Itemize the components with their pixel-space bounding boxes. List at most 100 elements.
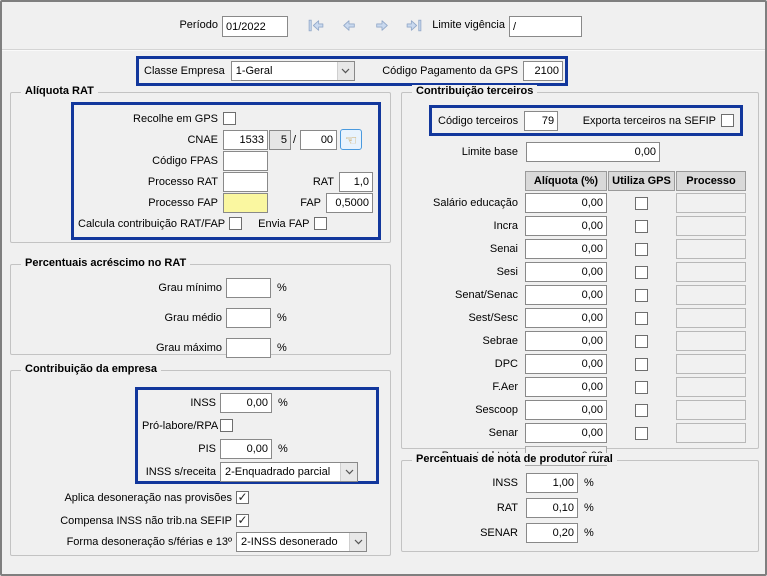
codigo-terceiros-input[interactable]	[524, 111, 558, 131]
terceiros-row-label: Senar	[403, 427, 522, 439]
calcula-rat-fap-label: Calcula contribuição RAT/FAP	[78, 218, 225, 230]
processo-input[interactable]	[676, 239, 746, 259]
utiliza-gps-checkbox[interactable]	[635, 404, 648, 417]
utiliza-gps-checkbox[interactable]	[635, 289, 648, 302]
percent-sign: %	[584, 477, 594, 489]
cnae-input-1[interactable]	[223, 130, 268, 150]
aliquota-input[interactable]	[525, 262, 607, 282]
fap-input[interactable]	[326, 193, 373, 213]
grau-input[interactable]	[226, 278, 271, 298]
terceiros-table-row: Incra	[403, 216, 746, 236]
grau-label: Grau médio	[12, 312, 226, 324]
terceiros-table-row: F.Aer	[403, 377, 746, 397]
utiliza-gps-checkbox[interactable]	[635, 266, 648, 279]
cnae-input-3[interactable]	[300, 130, 337, 150]
topbar-separator	[2, 49, 765, 51]
produtor-rural-row: RAT %	[403, 497, 758, 518]
aliquota-input[interactable]	[525, 354, 607, 374]
contribuicao-terceiros-groupbox: Contribuição terceiros Código terceiros …	[401, 92, 759, 449]
recolhe-gps-checkbox[interactable]	[223, 112, 236, 125]
aliquota-input[interactable]	[525, 308, 607, 328]
terceiros-row-label: Incra	[403, 220, 522, 232]
rural-row-input[interactable]	[526, 523, 578, 543]
previous-record-icon	[340, 17, 358, 34]
processo-input[interactable]	[676, 331, 746, 351]
processo-input[interactable]	[676, 308, 746, 328]
processo-input[interactable]	[676, 400, 746, 420]
limite-base-input[interactable]	[526, 142, 660, 162]
utiliza-gps-checkbox[interactable]	[635, 197, 648, 210]
calcula-rat-fap-checkbox[interactable]	[229, 217, 242, 230]
inss-input[interactable]	[220, 393, 272, 413]
utiliza-gps-checkbox[interactable]	[635, 220, 648, 233]
first-record-icon	[307, 17, 325, 34]
last-record-icon	[405, 17, 423, 34]
processo-input[interactable]	[676, 354, 746, 374]
aliquota-input[interactable]	[525, 400, 607, 420]
next-record-button[interactable]	[373, 17, 391, 37]
processo-input[interactable]	[676, 377, 746, 397]
terceiros-table-row: Senai	[403, 239, 746, 259]
processo-input[interactable]	[676, 193, 746, 213]
utiliza-gps-checkbox[interactable]	[635, 312, 648, 325]
aliquota-input[interactable]	[525, 193, 607, 213]
grau-input[interactable]	[226, 338, 271, 358]
utiliza-gps-checkbox[interactable]	[635, 358, 648, 371]
produtor-rural-row: INSS %	[403, 472, 758, 493]
percentuais-rat-groupbox: Percentuais acréscimo no RAT Grau mínimo…	[10, 264, 391, 355]
processo-input[interactable]	[676, 216, 746, 236]
aliquota-input[interactable]	[525, 285, 607, 305]
exporta-terceiros-label: Exporta terceiros na SEFIP	[583, 115, 716, 127]
grau-label: Grau máximo	[12, 342, 226, 354]
inss-receita-select[interactable]: 2-Enquadrado parcial	[220, 462, 358, 482]
chevron-down-icon[interactable]	[349, 533, 366, 551]
hand-pointer-icon[interactable]: ☜	[340, 129, 362, 150]
utiliza-gps-checkbox[interactable]	[635, 427, 648, 440]
periodo-input[interactable]	[222, 16, 288, 37]
empresa-highlight-box: INSS % Pró-labore/RPA PIS % INSS s/recei…	[135, 387, 379, 484]
aliquota-input[interactable]	[525, 239, 607, 259]
rat-input[interactable]	[339, 172, 373, 192]
processo-input[interactable]	[676, 262, 746, 282]
processo-input[interactable]	[676, 285, 746, 305]
processo-fap-input[interactable]	[223, 193, 268, 213]
classe-empresa-select[interactable]: 1-Geral	[231, 61, 355, 81]
aplica-desoneracao-checkbox[interactable]: ✓	[236, 491, 249, 504]
rural-row-input[interactable]	[526, 473, 578, 493]
chevron-down-icon[interactable]	[340, 463, 357, 481]
last-record-button[interactable]	[405, 17, 423, 37]
aliquota-input[interactable]	[525, 216, 607, 236]
envia-fap-checkbox[interactable]	[314, 217, 327, 230]
previous-record-button[interactable]	[340, 17, 358, 37]
exporta-terceiros-checkbox[interactable]	[721, 114, 734, 127]
utiliza-gps-checkbox[interactable]	[635, 381, 648, 394]
utiliza-gps-checkbox[interactable]	[635, 335, 648, 348]
pro-labore-label: Pró-labore/RPA	[142, 420, 220, 432]
terceiros-table-row: Senar	[403, 423, 746, 443]
limite-vigencia-input[interactable]	[509, 16, 582, 37]
first-record-button[interactable]	[307, 17, 325, 37]
rural-row-label: RAT	[403, 502, 522, 514]
pro-labore-checkbox[interactable]	[220, 419, 233, 432]
pis-input[interactable]	[220, 439, 272, 459]
aliquota-input[interactable]	[525, 423, 607, 443]
next-record-icon	[373, 17, 391, 34]
chevron-down-icon[interactable]	[337, 62, 354, 80]
forma-desoneracao-select[interactable]: 2-INSS desonerado	[236, 532, 367, 552]
codigo-fpas-label: Código FPAS	[74, 155, 223, 167]
grau-input[interactable]	[226, 308, 271, 328]
codigo-fpas-input[interactable]	[223, 151, 268, 171]
utiliza-gps-checkbox[interactable]	[635, 243, 648, 256]
aliquota-input[interactable]	[525, 331, 607, 351]
terceiros-row-label: F.Aer	[403, 381, 522, 393]
processo-input[interactable]	[676, 423, 746, 443]
codigo-pagamento-gps-input[interactable]	[523, 61, 563, 81]
percentual-rat-row: Grau máximo %	[12, 337, 390, 358]
compensa-inss-checkbox[interactable]: ✓	[236, 514, 249, 527]
processo-rat-input[interactable]	[223, 172, 268, 192]
terceiros-table-row: Sesi	[403, 262, 746, 282]
aliquota-input[interactable]	[525, 377, 607, 397]
terceiros-table-row: Senat/Senac	[403, 285, 746, 305]
rural-row-input[interactable]	[526, 498, 578, 518]
contribuicao-empresa-groupbox: Contribuição da empresa INSS % Pró-labor…	[10, 370, 391, 556]
